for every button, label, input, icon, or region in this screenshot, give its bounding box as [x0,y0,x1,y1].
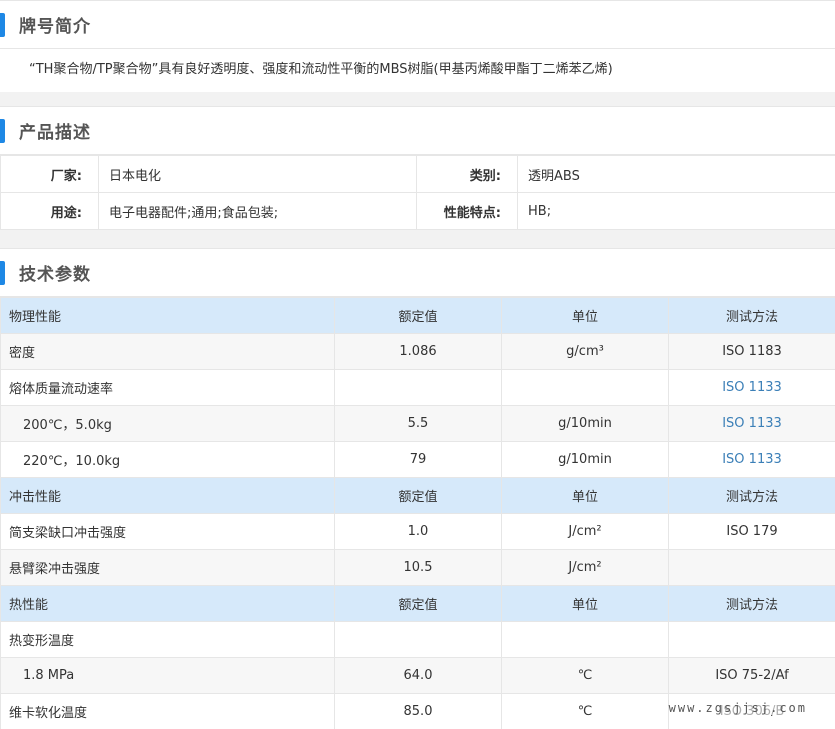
spec-value-cell: 64.0 [334,657,502,694]
brand-intro-section: 牌号简介 “TH聚合物/TP聚合物”具有良好透明度、强度和流动性平衡的MBS树脂… [0,0,835,92]
spec-method-cell [668,549,835,586]
category-label: 类别: [416,155,518,193]
watermark: www.zgsjjsj.com [668,701,807,715]
test-method-link[interactable]: ISO 1133 [722,416,782,431]
spec-value-cell: 5.5 [334,405,502,442]
spec-row: 悬臂梁冲击强度 10.5 J/cm² [0,549,835,586]
manufacturer-value: 日本电化 [98,155,417,193]
spec-unit-cell: 单位 [501,477,669,514]
spec-value-cell: 1.086 [334,333,502,370]
spec-method-cell: 测试方法 [668,585,835,622]
spec-name-cell: 悬臂梁冲击强度 [0,549,335,586]
section-header: 技术参数 [0,249,835,297]
spec-method-cell: 测试方法 [668,297,835,334]
category-value: 透明ABS [517,155,835,193]
spec-method-cell: ISO 1133 [668,369,835,406]
spec-method-cell: ISO 1133 [668,441,835,478]
spec-method-cell: ISO 179 [668,513,835,550]
section-accent-bar [0,119,5,143]
section-title: 牌号简介 [19,17,91,37]
spec-value-cell [334,621,502,658]
section-accent-bar [0,261,5,285]
spec-method-cell: 测试方法 [668,477,835,514]
spec-row: 密度 1.086 g/cm³ ISO 1183 [0,333,835,370]
spec-value-cell: 额定值 [334,297,502,334]
section-header: 产品描述 [0,107,835,155]
spec-table: 物理性能 额定值 单位 测试方法 密度 1.086 g/cm³ ISO 1183 熔体质量流动速… [0,297,835,729]
spec-row: 220℃，10.0kg 79 g/10min ISO 1133 [0,441,835,478]
spec-row: 熔体质量流动速率 ISO 1133 [0,369,835,406]
spec-unit-cell: ℃ [501,693,669,729]
spec-group-header: 物理性能 额定值 单位 测试方法 [0,297,835,334]
spec-name-cell: 200℃，5.0kg [0,405,335,442]
spec-group-header: 冲击性能 额定值 单位 测试方法 [0,477,835,514]
spec-unit-cell: 单位 [501,297,669,334]
spec-row: 简支梁缺口冲击强度 1.0 J/cm² ISO 179 [0,513,835,550]
spec-group-header: 热性能 额定值 单位 测试方法 [0,585,835,622]
spec-name-cell: 热变形温度 [0,621,335,658]
spec-name-cell: 冲击性能 [0,477,335,514]
spec-value-cell: 79 [334,441,502,478]
spec-row: 200℃，5.0kg 5.5 g/10min ISO 1133 [0,405,835,442]
spec-name-cell: 热性能 [0,585,335,622]
product-description-section: 产品描述 厂家: 日本电化 类别: 透明ABS 用途: 电子电器配件;通用;食品… [0,106,835,230]
features-label: 性能特点: [416,192,518,230]
manufacturer-label: 厂家: [0,155,99,193]
spec-name-cell: 220℃，10.0kg [0,441,335,478]
spec-value-cell: 额定值 [334,585,502,622]
spec-unit-cell: g/10min [501,405,669,442]
section-title: 产品描述 [19,123,91,143]
spec-value-cell: 10.5 [334,549,502,586]
spec-method-cell: ISO 1183 [668,333,835,370]
spec-unit-cell: J/cm² [501,513,669,550]
spec-name-cell: 1.8 MPa [0,657,335,694]
spec-unit-cell: g/10min [501,441,669,478]
spec-value-cell [334,369,502,406]
spec-method-cell: ISO 75-2/Af [668,657,835,694]
description-row: 厂家: 日本电化 类别: 透明ABS [0,155,835,193]
spec-name-cell: 维卡软化温度 [0,693,335,729]
spec-row: 1.8 MPa 64.0 ℃ ISO 75-2/Af [0,657,835,694]
spec-value-cell: 85.0 [334,693,502,729]
usage-label: 用途: [0,192,99,230]
spec-unit-cell: ℃ [501,657,669,694]
usage-value: 电子电器配件;通用;食品包装; [98,192,417,230]
spec-unit-cell: g/cm³ [501,333,669,370]
description-table: 厂家: 日本电化 类别: 透明ABS 用途: 电子电器配件;通用;食品包装; 性… [0,155,835,230]
test-method-link[interactable]: ISO 1133 [722,452,782,467]
spec-name-cell: 密度 [0,333,335,370]
spec-unit-cell [501,369,669,406]
section-title: 技术参数 [19,265,91,285]
technical-parameters-section: 技术参数 物理性能 额定值 单位 测试方法 密度 1.086 g/cm³ ISO 1183 熔体… [0,248,835,729]
spec-value-cell: 额定值 [334,477,502,514]
description-row: 用途: 电子电器配件;通用;食品包装; 性能特点: HB; [0,192,835,230]
spec-unit-cell: 单位 [501,585,669,622]
spec-unit-cell [501,621,669,658]
spec-unit-cell: J/cm² [501,549,669,586]
spec-name-cell: 物理性能 [0,297,335,334]
section-accent-bar [0,13,5,37]
spec-method-cell: ISO 1133 [668,405,835,442]
spec-name-cell: 简支梁缺口冲击强度 [0,513,335,550]
section-header: 牌号简介 [0,1,835,49]
spec-row: 热变形温度 [0,621,835,658]
features-value: HB; [517,192,835,230]
spec-name-cell: 熔体质量流动速率 [0,369,335,406]
test-method-link[interactable]: ISO 1133 [722,380,782,395]
spec-method-cell [668,621,835,658]
intro-text: “TH聚合物/TP聚合物”具有良好透明度、强度和流动性平衡的MBS树脂(甲基丙烯… [29,62,613,77]
spec-value-cell: 1.0 [334,513,502,550]
